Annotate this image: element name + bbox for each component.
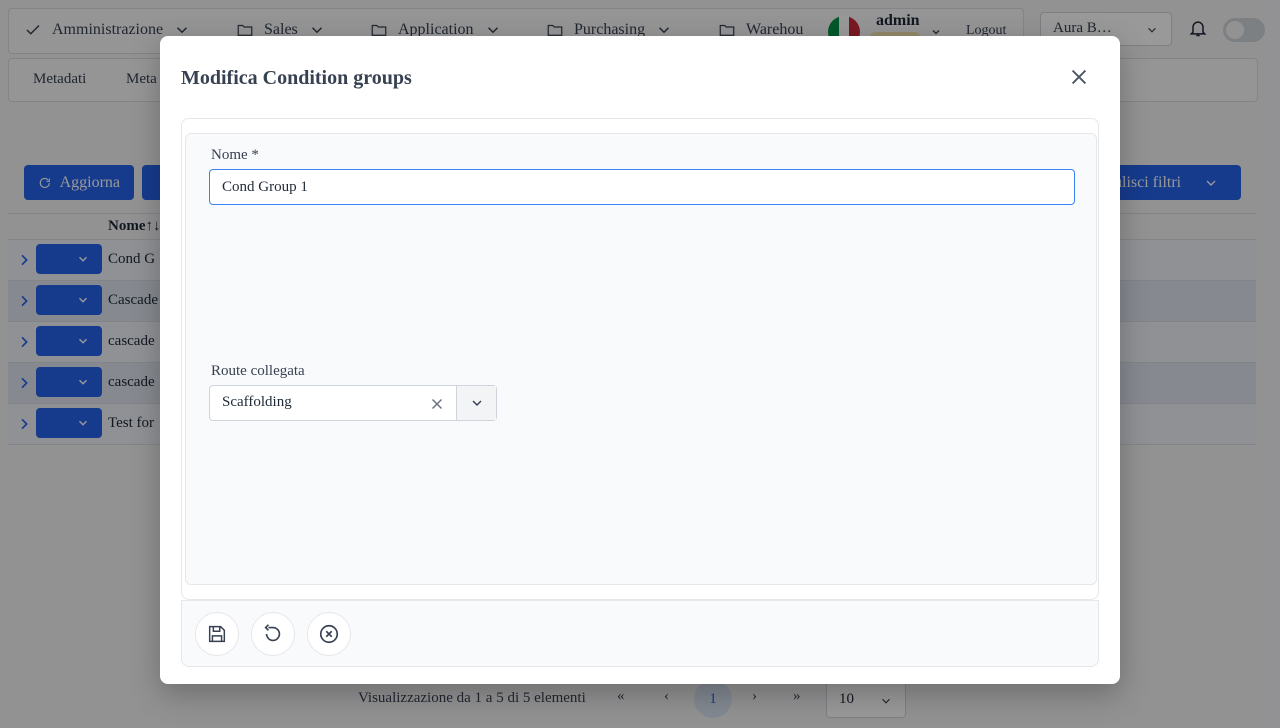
dialog-body: Nome * Route collegata Scaffolding <box>181 118 1099 600</box>
cancel-button[interactable] <box>307 612 351 656</box>
route-value: Scaffolding <box>222 394 292 410</box>
dialog-footer <box>181 600 1099 667</box>
name-input[interactable] <box>209 169 1075 205</box>
route-select[interactable]: Scaffolding <box>209 385 497 421</box>
cancel-circle-icon <box>319 624 339 644</box>
chevron-down-icon <box>471 400 482 407</box>
route-dropdown-toggle[interactable] <box>456 386 496 420</box>
route-label: Route collegata <box>211 363 305 379</box>
reset-button[interactable] <box>251 612 295 656</box>
close-icon[interactable] <box>1068 66 1090 88</box>
save-icon <box>208 625 226 643</box>
clear-icon[interactable] <box>428 395 446 413</box>
name-label: Nome * <box>211 147 259 163</box>
form-panel: Nome * Route collegata Scaffolding <box>185 133 1097 585</box>
save-button[interactable] <box>195 612 239 656</box>
dialog-title: Modifica Condition groups <box>181 67 412 89</box>
undo-icon <box>264 624 281 642</box>
edit-condition-group-dialog: Modifica Condition groups Nome * Route c… <box>160 36 1120 684</box>
